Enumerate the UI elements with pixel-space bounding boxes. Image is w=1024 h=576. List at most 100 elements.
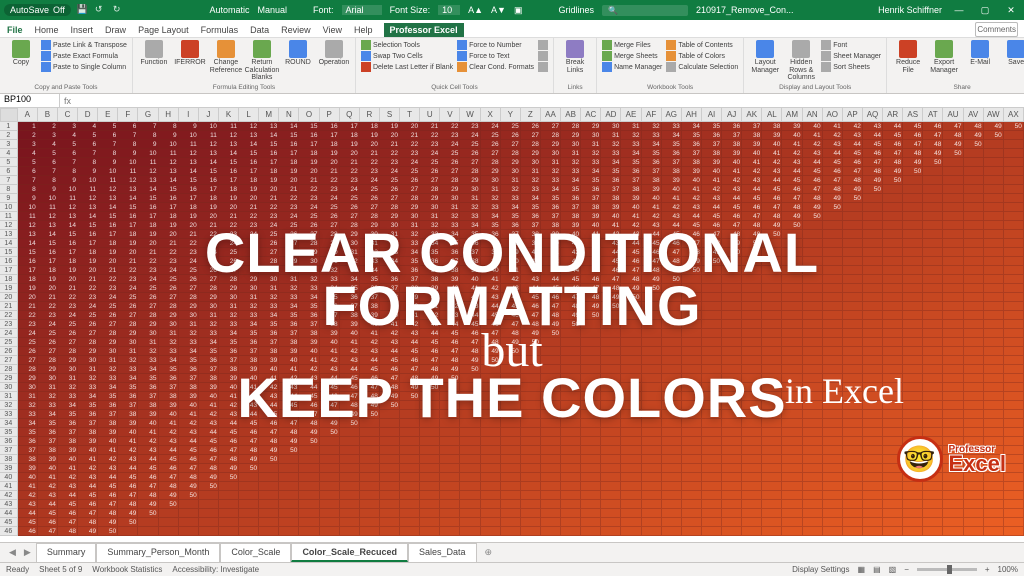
cell[interactable] xyxy=(702,500,722,509)
cell[interactable]: 48 xyxy=(521,320,541,329)
cell[interactable] xyxy=(380,446,400,455)
cell[interactable]: 38 xyxy=(521,230,541,239)
cell[interactable]: 34 xyxy=(581,167,601,176)
cell[interactable] xyxy=(964,500,984,509)
cell[interactable]: 11 xyxy=(199,131,219,140)
cell[interactable] xyxy=(742,338,762,347)
cell[interactable]: 42 xyxy=(642,212,662,221)
cell[interactable] xyxy=(179,527,199,536)
cell[interactable] xyxy=(460,482,480,491)
cell[interactable]: 34 xyxy=(219,329,239,338)
cell[interactable] xyxy=(964,374,984,383)
cell[interactable]: 19 xyxy=(259,176,279,185)
column-header[interactable]: H xyxy=(159,108,179,122)
cell[interactable]: 35 xyxy=(561,185,581,194)
cell[interactable]: 33 xyxy=(621,140,641,149)
cell[interactable]: 41 xyxy=(259,374,279,383)
cell[interactable]: 18 xyxy=(58,257,78,266)
cell[interactable] xyxy=(803,311,823,320)
cell[interactable] xyxy=(903,284,923,293)
cell[interactable]: 46 xyxy=(179,455,199,464)
cell[interactable]: 43 xyxy=(380,338,400,347)
fx-icon[interactable]: fx xyxy=(64,96,71,106)
cell[interactable]: 36 xyxy=(259,329,279,338)
cell[interactable] xyxy=(782,230,802,239)
cell[interactable]: 39 xyxy=(78,437,98,446)
cell[interactable]: 46 xyxy=(58,509,78,518)
cell[interactable]: 28 xyxy=(360,212,380,221)
cell[interactable]: 41 xyxy=(219,392,239,401)
cell[interactable]: 45 xyxy=(199,437,219,446)
autosave-toggle[interactable]: AutoSave Off xyxy=(4,4,71,16)
cell[interactable] xyxy=(843,365,863,374)
cell[interactable]: 28 xyxy=(138,311,158,320)
cell[interactable]: 17 xyxy=(299,140,319,149)
cell[interactable]: 44 xyxy=(621,239,641,248)
cell[interactable] xyxy=(481,500,501,509)
cell[interactable] xyxy=(943,311,963,320)
cell[interactable]: 47 xyxy=(903,140,923,149)
cell[interactable]: 22 xyxy=(118,266,138,275)
cell[interactable] xyxy=(823,518,843,527)
cell[interactable] xyxy=(823,419,843,428)
cell[interactable] xyxy=(561,464,581,473)
tab-review[interactable]: Review xyxy=(280,23,312,37)
cell[interactable]: 47 xyxy=(199,455,219,464)
undo-icon[interactable]: ↺ xyxy=(95,4,107,16)
cell[interactable] xyxy=(742,257,762,266)
cell[interactable]: 27 xyxy=(199,275,219,284)
cell[interactable] xyxy=(601,419,621,428)
cell[interactable] xyxy=(863,194,883,203)
cell[interactable]: 43 xyxy=(420,320,440,329)
cell[interactable] xyxy=(883,500,903,509)
cell[interactable]: 26 xyxy=(501,131,521,140)
cell[interactable]: 36 xyxy=(662,149,682,158)
cell[interactable] xyxy=(702,311,722,320)
cell[interactable] xyxy=(581,518,601,527)
cell[interactable]: 37 xyxy=(460,248,480,257)
cell[interactable]: 37 xyxy=(118,401,138,410)
cell[interactable]: 42 xyxy=(521,266,541,275)
cell[interactable] xyxy=(581,320,601,329)
row-header[interactable]: 23 xyxy=(0,320,18,329)
cell[interactable]: 37 xyxy=(259,338,279,347)
cell[interactable] xyxy=(621,527,641,536)
cell[interactable]: 27 xyxy=(380,194,400,203)
cell[interactable]: 32 xyxy=(561,158,581,167)
cell[interactable]: 12 xyxy=(239,122,259,131)
cell[interactable] xyxy=(782,401,802,410)
cell[interactable] xyxy=(621,329,641,338)
cell[interactable]: 24 xyxy=(98,293,118,302)
cell[interactable]: 40 xyxy=(541,239,561,248)
column-header[interactable]: AN xyxy=(803,108,823,122)
cell[interactable]: 42 xyxy=(199,410,219,419)
cell[interactable]: 21 xyxy=(299,176,319,185)
cell[interactable] xyxy=(541,347,561,356)
cell[interactable] xyxy=(722,266,742,275)
cell[interactable] xyxy=(863,365,883,374)
cell[interactable] xyxy=(964,167,984,176)
cell[interactable]: 39 xyxy=(621,194,641,203)
cell[interactable]: 49 xyxy=(159,491,179,500)
cell[interactable]: 10 xyxy=(199,122,219,131)
cell[interactable] xyxy=(722,374,742,383)
cell[interactable] xyxy=(400,455,420,464)
cell[interactable]: 30 xyxy=(38,374,58,383)
cell[interactable] xyxy=(541,437,561,446)
cell[interactable] xyxy=(440,428,460,437)
cell[interactable] xyxy=(943,419,963,428)
cell[interactable]: 39 xyxy=(501,248,521,257)
cell[interactable]: 43 xyxy=(138,446,158,455)
cell[interactable] xyxy=(621,437,641,446)
cell[interactable] xyxy=(702,275,722,284)
cell[interactable] xyxy=(782,383,802,392)
cell[interactable] xyxy=(420,419,440,428)
cell[interactable]: 32 xyxy=(279,284,299,293)
row-header[interactable]: 26 xyxy=(0,347,18,356)
export-manager[interactable]: Export Manager xyxy=(928,40,960,74)
cell[interactable]: 35 xyxy=(78,401,98,410)
cell[interactable]: 33 xyxy=(420,230,440,239)
zoom-slider[interactable] xyxy=(917,568,977,571)
cell[interactable] xyxy=(702,401,722,410)
cell[interactable] xyxy=(843,329,863,338)
